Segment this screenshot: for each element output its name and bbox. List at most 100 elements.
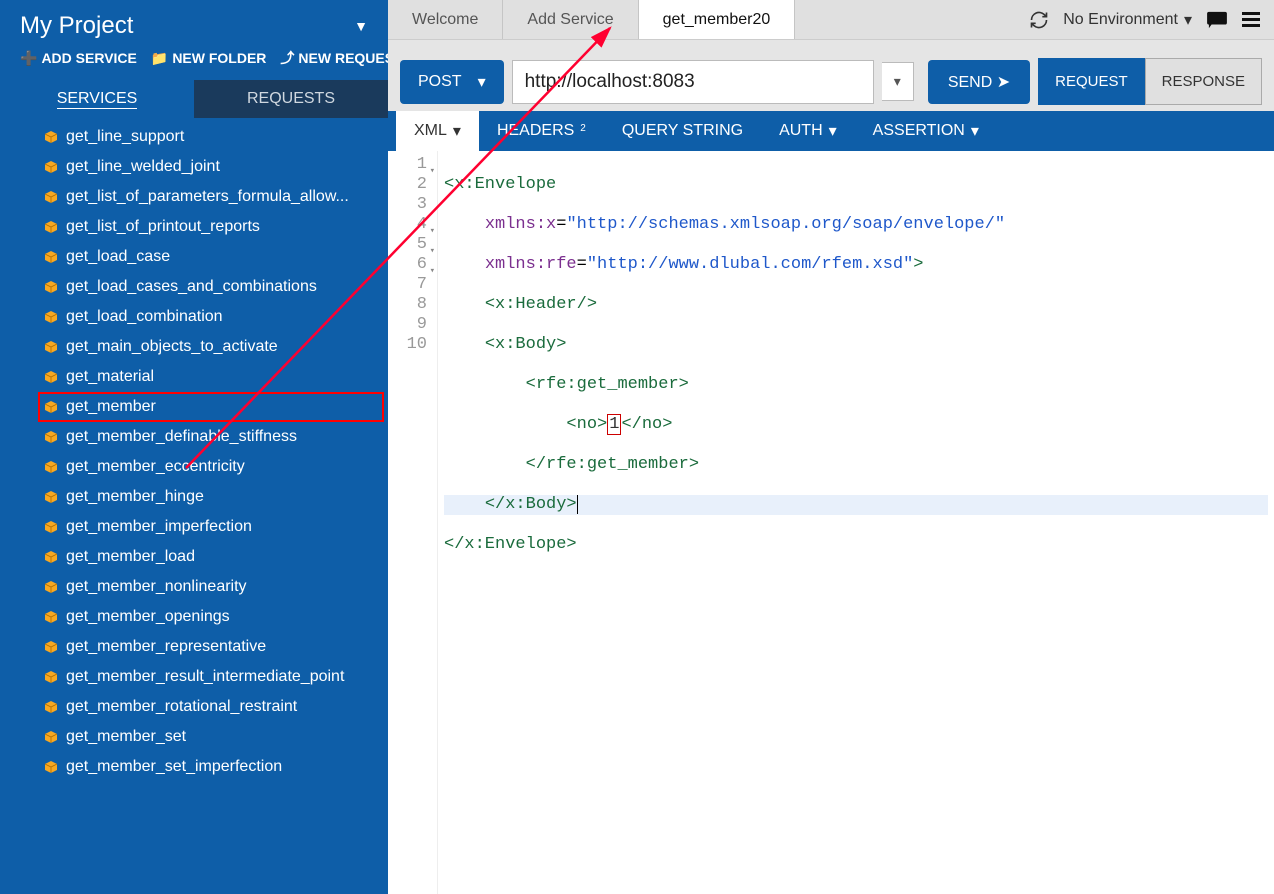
new-folder-label: NEW FOLDER — [172, 50, 266, 66]
url-input[interactable] — [512, 60, 874, 104]
no-value: 1 — [607, 414, 621, 435]
service-label: get_member_rotational_restraint — [66, 698, 297, 716]
top-right-controls: No Environment ▾ — [1015, 0, 1274, 39]
service-item-get_member_set_imperfection[interactable]: get_member_set_imperfection — [0, 752, 388, 782]
subtab-auth[interactable]: AUTH▾ — [761, 111, 855, 151]
sidebar: My Project ▼ ➕ ADD SERVICE 📁 NEW FOLDER … — [0, 0, 388, 894]
subtab-headers[interactable]: HEADERS2 — [479, 111, 604, 151]
package-icon — [44, 190, 58, 204]
sidebar-tabs: SERVICES REQUESTS — [0, 80, 388, 118]
project-caret-icon: ▼ — [354, 18, 368, 34]
service-label: get_member_definable_stiffness — [66, 428, 297, 446]
service-item-get_member_nonlinearity[interactable]: get_member_nonlinearity — [0, 572, 388, 602]
refresh-button[interactable] — [1029, 10, 1049, 30]
tab-welcome[interactable]: Welcome — [388, 0, 503, 39]
service-item-get_member_result_intermediate_point[interactable]: get_member_result_intermediate_point — [0, 662, 388, 692]
service-label: get_line_support — [66, 128, 184, 146]
caret-down-icon: ▾ — [1184, 10, 1192, 30]
project-header[interactable]: My Project ▼ — [0, 0, 388, 44]
add-service-button[interactable]: ➕ ADD SERVICE — [20, 48, 137, 68]
service-item-get_member[interactable]: get_member — [38, 392, 384, 422]
folder-plus-icon: 📁 — [151, 50, 168, 67]
package-icon — [44, 610, 58, 624]
service-item-get_main_objects_to_activate[interactable]: get_main_objects_to_activate — [0, 332, 388, 362]
package-icon — [44, 400, 58, 414]
fold-icon[interactable]: ▾ — [430, 221, 435, 241]
menu-button[interactable] — [1242, 12, 1260, 28]
service-item-get_list_of_printout_reports[interactable]: get_list_of_printout_reports — [0, 212, 388, 242]
request-response-toggle: REQUEST RESPONSE — [1038, 58, 1262, 105]
package-icon — [44, 490, 58, 504]
url-history-dropdown[interactable]: ▾ — [882, 62, 914, 101]
main-tabs: Welcome Add Service get_member20 — [388, 0, 1015, 39]
service-label: get_member — [66, 398, 156, 416]
tab-services[interactable]: SERVICES — [0, 80, 194, 118]
refresh-icon — [1029, 10, 1049, 30]
package-icon — [44, 160, 58, 174]
tab-requests[interactable]: REQUESTS — [194, 80, 388, 118]
subtab-assertion[interactable]: ASSERTION▾ — [855, 111, 997, 151]
service-label: get_member_result_intermediate_point — [66, 668, 344, 686]
request-tab[interactable]: REQUEST — [1038, 58, 1145, 105]
service-item-get_member_imperfection[interactable]: get_member_imperfection — [0, 512, 388, 542]
package-icon — [44, 730, 58, 744]
service-item-get_member_definable_stiffness[interactable]: get_member_definable_stiffness — [0, 422, 388, 452]
subtab-xml[interactable]: XML▾ — [396, 111, 479, 151]
package-icon — [44, 640, 58, 654]
tab-add-service[interactable]: Add Service — [503, 0, 638, 39]
service-item-get_member_load[interactable]: get_member_load — [0, 542, 388, 572]
package-icon — [44, 130, 58, 144]
fold-icon[interactable]: ▾ — [430, 261, 435, 281]
project-title: My Project — [20, 12, 133, 40]
code-editor[interactable]: 1▾ 2 3 4▾ 5▾ 6▾ 7 8 9 10 <x:Envelope xml… — [388, 151, 1274, 894]
service-item-get_material[interactable]: get_material — [0, 362, 388, 392]
service-label: get_load_case — [66, 248, 170, 266]
service-label: get_list_of_parameters_formula_allow... — [66, 188, 349, 206]
fold-icon[interactable]: ▾ — [430, 241, 435, 261]
service-item-get_member_rotational_restraint[interactable]: get_member_rotational_restraint — [0, 692, 388, 722]
service-item-get_member_eccentricity[interactable]: get_member_eccentricity — [0, 452, 388, 482]
package-icon — [44, 250, 58, 264]
service-item-get_member_hinge[interactable]: get_member_hinge — [0, 482, 388, 512]
service-label: get_member_load — [66, 548, 195, 566]
service-label: get_load_combination — [66, 308, 223, 326]
caret-down-icon: ▾ — [971, 121, 979, 141]
chat-icon — [1206, 11, 1228, 29]
method-dropdown[interactable]: POST ▾ — [400, 60, 504, 104]
new-folder-button[interactable]: 📁 NEW FOLDER — [151, 48, 267, 68]
main-area: Welcome Add Service get_member20 No Envi… — [388, 0, 1274, 894]
code-body[interactable]: <x:Envelope xmlns:x="http://schemas.xmls… — [438, 151, 1274, 894]
service-item-get_line_welded_joint[interactable]: get_line_welded_joint — [0, 152, 388, 182]
service-item-get_line_support[interactable]: get_line_support — [0, 122, 388, 152]
package-icon — [44, 310, 58, 324]
package-icon — [44, 280, 58, 294]
service-label: get_member_set — [66, 728, 186, 746]
package-icon — [44, 460, 58, 474]
package-icon — [44, 340, 58, 354]
service-item-get_member_representative[interactable]: get_member_representative — [0, 632, 388, 662]
package-icon — [44, 550, 58, 564]
feedback-button[interactable] — [1206, 11, 1228, 29]
response-tab[interactable]: RESPONSE — [1145, 58, 1262, 105]
environment-dropdown[interactable]: No Environment ▾ — [1063, 10, 1192, 30]
tab-active-request[interactable]: get_member20 — [639, 0, 796, 39]
service-label: get_list_of_printout_reports — [66, 218, 260, 236]
caret-down-icon: ▾ — [478, 72, 486, 92]
service-item-get_member_set[interactable]: get_member_set — [0, 722, 388, 752]
service-label: get_material — [66, 368, 154, 386]
service-item-get_load_case[interactable]: get_load_case — [0, 242, 388, 272]
service-item-get_load_combination[interactable]: get_load_combination — [0, 302, 388, 332]
new-request-button[interactable]: ⤴ NEW REQUEST — [280, 48, 402, 68]
package-icon — [44, 520, 58, 534]
service-label: get_member_hinge — [66, 488, 204, 506]
service-item-get_list_of_parameters_formula_allow...[interactable]: get_list_of_parameters_formula_allow... — [0, 182, 388, 212]
service-label: get_main_objects_to_activate — [66, 338, 278, 356]
fold-icon[interactable]: ▾ — [430, 161, 435, 181]
service-item-get_member_openings[interactable]: get_member_openings — [0, 602, 388, 632]
send-button[interactable]: SEND ➤ — [928, 60, 1030, 104]
service-list[interactable]: get_line_support get_line_welded_jointget… — [0, 118, 388, 894]
service-item-get_load_cases_and_combinations[interactable]: get_load_cases_and_combinations — [0, 272, 388, 302]
service-label: get_load_cases_and_combinations — [66, 278, 317, 296]
service-label: get_line_welded_joint — [66, 158, 220, 176]
subtab-query-string[interactable]: QUERY STRING — [604, 111, 761, 151]
